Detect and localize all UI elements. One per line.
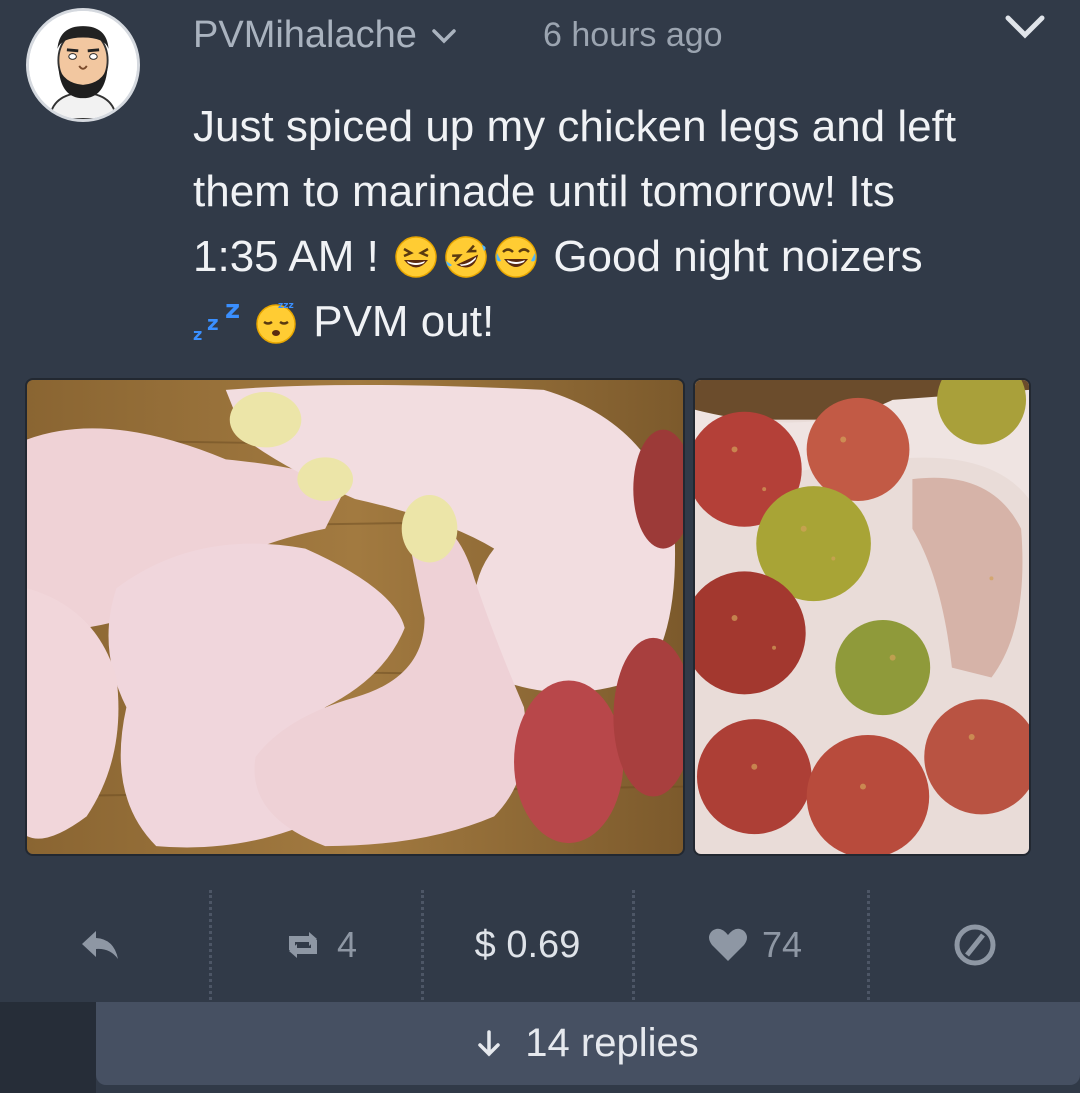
flag-icon — [954, 924, 996, 966]
repost-button[interactable]: 4 — [250, 890, 390, 1000]
sleeping-face-emoji-icon: zzz — [256, 301, 296, 344]
svg-text:z: z — [225, 298, 240, 325]
post-text-line1: Just spiced up my chicken legs and left — [193, 102, 957, 151]
svg-text:z: z — [193, 325, 202, 342]
like-count: 74 — [761, 924, 803, 965]
repost-count: 4 — [336, 924, 358, 965]
replies-button[interactable]: 14 replies — [96, 1002, 1080, 1085]
reply-button[interactable] — [60, 890, 140, 1000]
action-divider — [421, 890, 424, 1000]
username-label: PVMihalache — [193, 14, 417, 56]
chevron-down-icon[interactable] — [431, 27, 457, 45]
post-text-line2: them to marinade until tomorrow! Its — [193, 167, 895, 216]
avatar-face-icon — [29, 11, 137, 119]
post-menu-chevron-icon[interactable] — [1004, 12, 1046, 42]
squinting-face-emoji-icon — [395, 236, 437, 278]
username[interactable]: PVMihalache — [193, 14, 457, 57]
action-bar: 4 $ 0.69 74 — [0, 890, 1080, 1000]
flag-button[interactable] — [935, 890, 1015, 1000]
like-button[interactable]: 74 — [690, 890, 820, 1000]
avatar[interactable] — [26, 8, 140, 122]
action-divider — [867, 890, 870, 1000]
svg-text:zzz: zzz — [278, 301, 294, 311]
reply-arrow-icon — [82, 931, 118, 959]
heart-icon — [708, 928, 747, 961]
repost-icon — [288, 932, 317, 958]
raw-chicken-photo[interactable] — [25, 378, 685, 856]
post-text-line4: PVM out! — [301, 297, 495, 346]
spiced-chicken-photo[interactable] — [693, 378, 1031, 856]
arrow-down-icon — [478, 1029, 501, 1056]
post-text-line3b: Good night noizers — [541, 232, 923, 281]
left-strip — [0, 1002, 96, 1093]
timestamp: 6 hours ago — [543, 16, 723, 54]
action-divider — [209, 890, 212, 1000]
rolling-laughing-emoji-icon — [445, 236, 487, 278]
payout-value[interactable]: $ 0.69 — [450, 890, 605, 1000]
tears-of-joy-emoji-icon — [495, 236, 537, 278]
replies-label: 14 replies — [525, 1021, 699, 1065]
raw-chicken-image — [27, 380, 683, 854]
post-text-line3a: 1:35 AM ! — [193, 232, 392, 281]
action-divider — [632, 890, 635, 1000]
svg-text:z: z — [207, 311, 219, 335]
zzz-emoji-icon: z z z — [193, 298, 240, 342]
spiced-chicken-image — [695, 380, 1029, 854]
post-text: Just spiced up my chicken legs and left … — [193, 94, 1033, 354]
